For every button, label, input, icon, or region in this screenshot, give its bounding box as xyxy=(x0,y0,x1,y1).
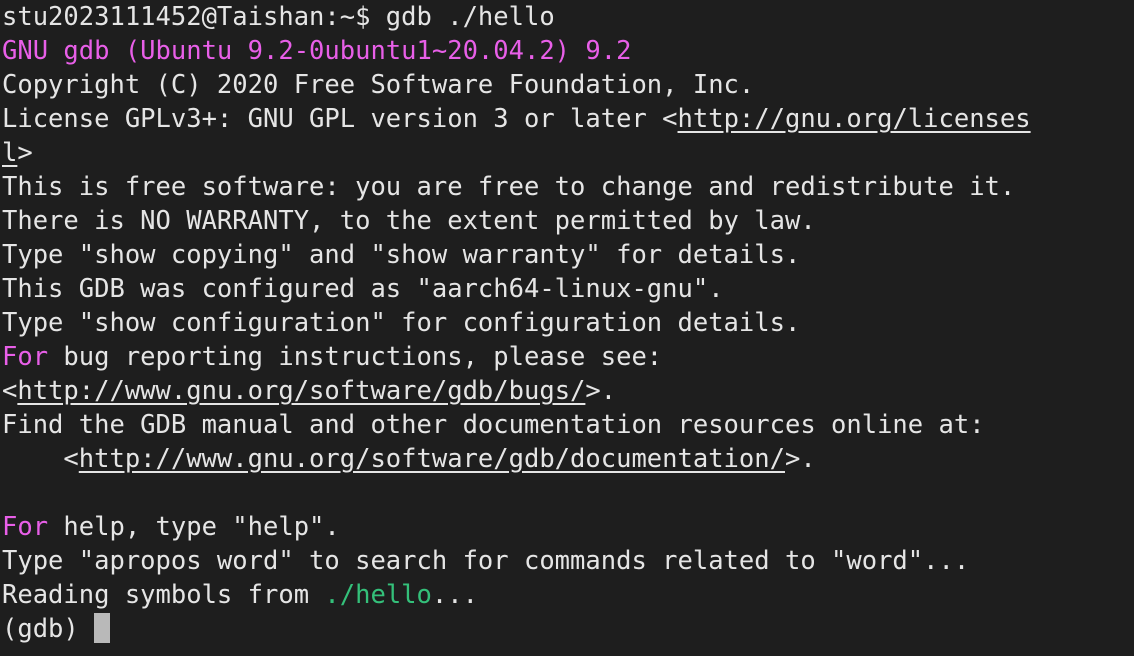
bugs-prefix: < xyxy=(2,376,18,406)
for-keyword-help: For xyxy=(2,512,49,542)
license-link-wrap[interactable]: l xyxy=(2,138,17,168)
license-line: License GPLv3+: GNU GPL version 3 or lat… xyxy=(2,102,1134,136)
apropos-line: Type "apropos word" to search for comman… xyxy=(2,546,970,576)
reading-suffix: ... xyxy=(431,580,478,610)
doc-prefix: < xyxy=(2,444,79,474)
bug-reporting-text: bug reporting instructions, please see: xyxy=(48,342,663,372)
configured-as-line: This GDB was configured as "aarch64-linu… xyxy=(2,274,724,304)
doc-suffix: >. xyxy=(784,444,816,474)
reading-symbols-line: Reading symbols from ./hello... xyxy=(2,578,1134,612)
show-copying-line: Type "show copying" and "show warranty" … xyxy=(2,240,801,270)
no-warranty-line: There is NO WARRANTY, to the extent perm… xyxy=(2,206,816,236)
license-line-wrap: l> xyxy=(2,136,1134,170)
free-software-line: This is free software: you are free to c… xyxy=(2,172,1016,202)
license-suffix: > xyxy=(17,138,33,168)
reading-file: ./hello xyxy=(324,580,432,610)
gdb-version-line: GNU gdb (Ubuntu 9.2-0ubuntu1~20.04.2) 9.… xyxy=(2,36,632,66)
help-line: For help, type "help". xyxy=(2,510,1134,544)
show-config-line: Type "show configuration" for configurat… xyxy=(2,308,801,338)
for-keyword: For xyxy=(2,342,49,372)
find-manual-line: Find the GDB manual and other documentat… xyxy=(2,410,985,440)
gdb-prompt-line[interactable]: (gdb) xyxy=(2,612,1134,646)
help-text: help, type "help". xyxy=(48,512,340,542)
bug-reporting-line: For bug reporting instructions, please s… xyxy=(2,340,1134,374)
text-cursor xyxy=(94,613,111,643)
doc-link[interactable]: http://www.gnu.org/software/gdb/document… xyxy=(79,444,785,474)
reading-prefix: Reading symbols from xyxy=(2,580,325,610)
copyright-line: Copyright (C) 2020 Free Software Foundat… xyxy=(2,70,755,100)
doc-url-line: <http://www.gnu.org/software/gdb/documen… xyxy=(2,442,1134,476)
bugs-suffix: >. xyxy=(585,376,617,406)
license-link[interactable]: http://gnu.org/licenses xyxy=(678,104,1031,134)
license-prefix: License GPLv3+: GNU GPL version 3 or lat… xyxy=(2,104,678,134)
bugs-link[interactable]: http://www.gnu.org/software/gdb/bugs/ xyxy=(17,376,585,406)
terminal-window[interactable]: stu2023111452@Taishan:~$ gdb ./hello GNU… xyxy=(0,0,1134,656)
bugs-url-line: <http://www.gnu.org/software/gdb/bugs/>. xyxy=(2,374,1134,408)
shell-prompt-line: stu2023111452@Taishan:~$ gdb ./hello xyxy=(2,2,555,32)
gdb-prompt: (gdb) xyxy=(2,614,95,644)
